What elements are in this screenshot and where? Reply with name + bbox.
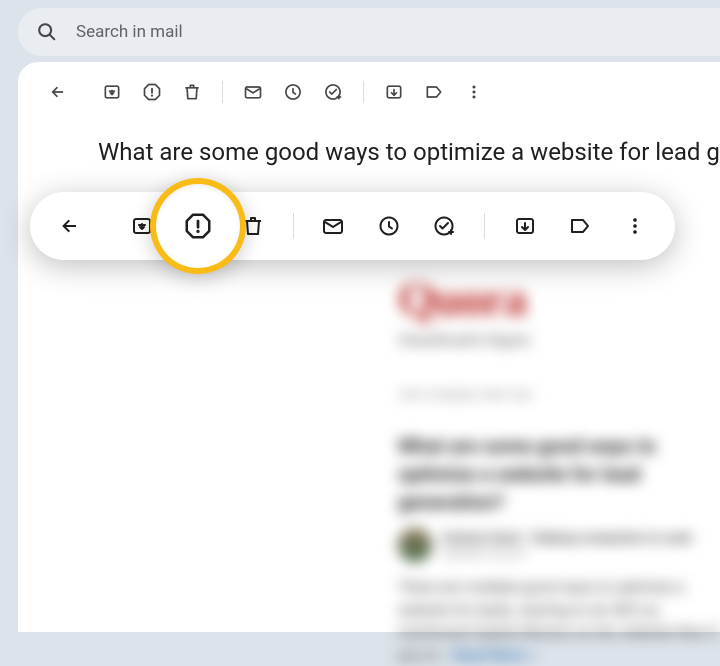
more-button[interactable] (454, 72, 494, 112)
move-to-button[interactable] (374, 72, 414, 112)
toolbar-divider (484, 213, 485, 239)
top-stories-label: TOP STORIES FOR YOU (398, 389, 720, 402)
search-icon (36, 21, 58, 43)
search-placeholder: Search in mail (76, 22, 183, 42)
label-button[interactable] (414, 72, 454, 112)
search-bar[interactable]: Search in mail (18, 8, 720, 56)
quora-logo: Quora (398, 272, 720, 327)
story-body: There are multiple good ways to optimize… (398, 576, 720, 666)
message-panel: What are some good ways to optimize a we… (18, 62, 720, 632)
mark-unread-button[interactable] (233, 72, 273, 112)
digest-subtitle: CleanEmail's Digest (398, 331, 720, 349)
mark-unread-button[interactable] (310, 201, 357, 251)
move-to-button[interactable] (501, 201, 548, 251)
toolbar-callout (30, 192, 675, 260)
label-button[interactable] (556, 201, 603, 251)
archive-button[interactable] (92, 72, 132, 112)
toolbar-divider (363, 81, 364, 103)
report-spam-icon (183, 211, 213, 241)
email-body-blurred: Quora CleanEmail's Digest TOP STORIES FO… (18, 242, 720, 632)
snooze-button[interactable] (365, 201, 412, 251)
read-more-link[interactable]: Read More » (452, 646, 536, 664)
story-date: updated Aug 26 (442, 546, 692, 560)
report-spam-button[interactable] (132, 72, 172, 112)
more-button[interactable] (612, 201, 659, 251)
snooze-button[interactable] (273, 72, 313, 112)
back-button[interactable] (46, 201, 93, 251)
message-toolbar (18, 62, 720, 122)
back-button[interactable] (38, 72, 78, 112)
email-subject: What are some good ways to optimize a we… (18, 122, 720, 166)
toolbar-divider (222, 81, 223, 103)
delete-button[interactable] (172, 72, 212, 112)
toolbar-divider (293, 213, 294, 239)
story-author: Antoine Sarat · Helping companies to sca… (442, 531, 692, 546)
story-meta: Antoine Sarat · Helping companies to sca… (398, 528, 720, 562)
highlight-report-spam[interactable] (150, 178, 246, 274)
add-task-button[interactable] (420, 201, 467, 251)
story-title: What are some good ways to optimize a we… (398, 432, 720, 516)
add-task-button[interactable] (313, 72, 353, 112)
avatar (398, 528, 432, 562)
